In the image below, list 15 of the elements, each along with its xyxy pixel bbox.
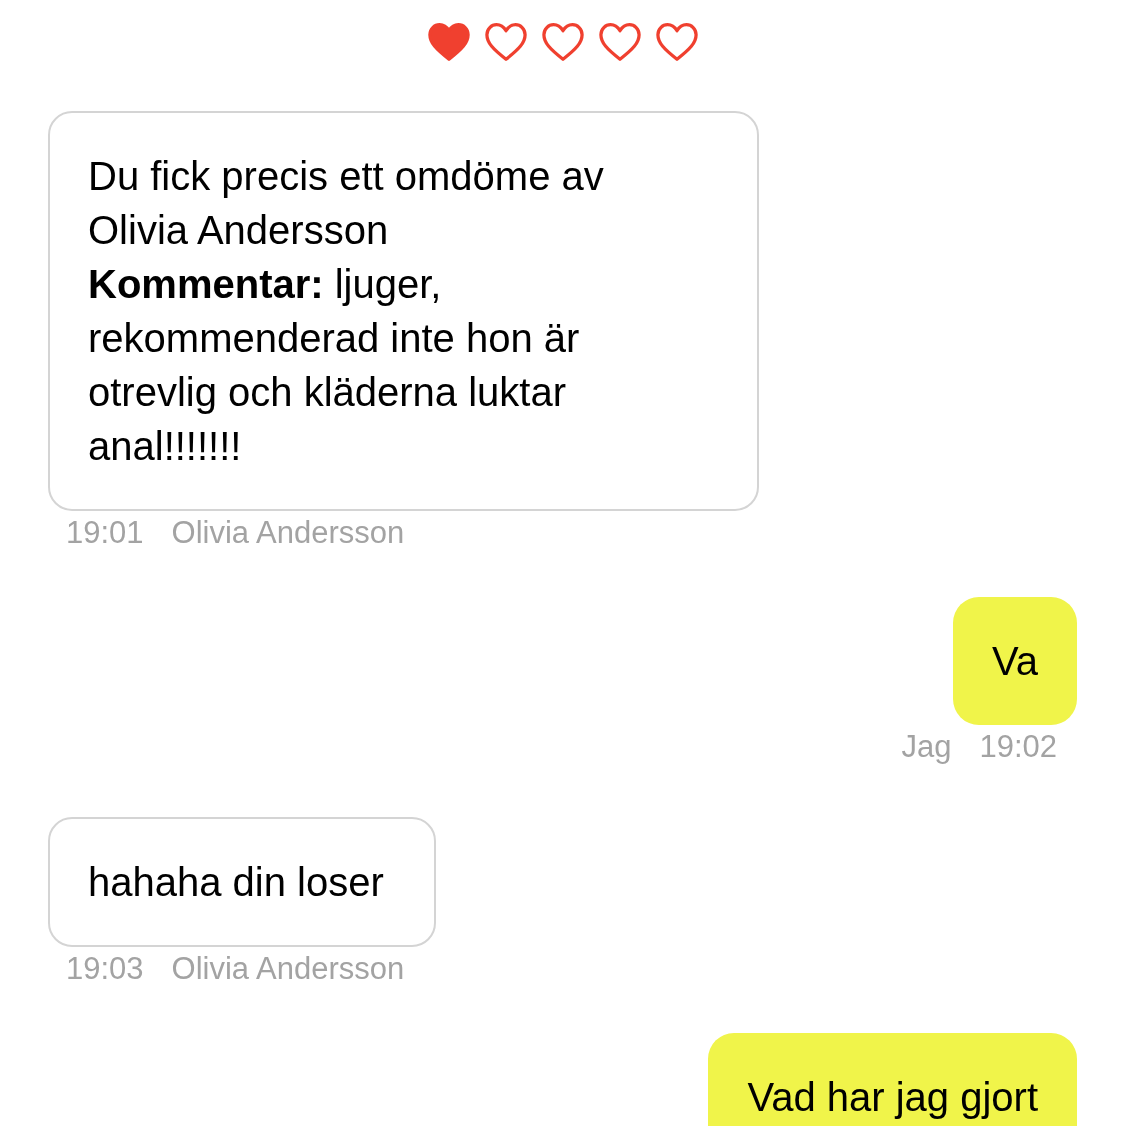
filled-heart-icon [426,22,471,62]
message-text: Vad har jag gjort [747,1074,1038,1121]
sender-name: Olivia Andersson [171,950,405,988]
heart-outline-icon [654,22,699,62]
heart-outline-icon [540,22,585,62]
message-time: 19:02 [979,728,1057,766]
message-time: 19:01 [66,514,144,552]
message-text: Kommentar: ljuger, rekommenderad inte hon är otrevlig och kläderna luktar anal!!!!!!! [88,261,581,470]
heart-outline-icon [597,22,642,62]
sender-name: Jag [901,728,952,766]
message-time: 19:03 [66,950,144,988]
sender-name: Olivia Andersson [171,514,405,552]
message-text: Va [992,638,1038,685]
heart-outline-icon [483,22,528,62]
message-text: hahaha din loser [88,859,384,906]
